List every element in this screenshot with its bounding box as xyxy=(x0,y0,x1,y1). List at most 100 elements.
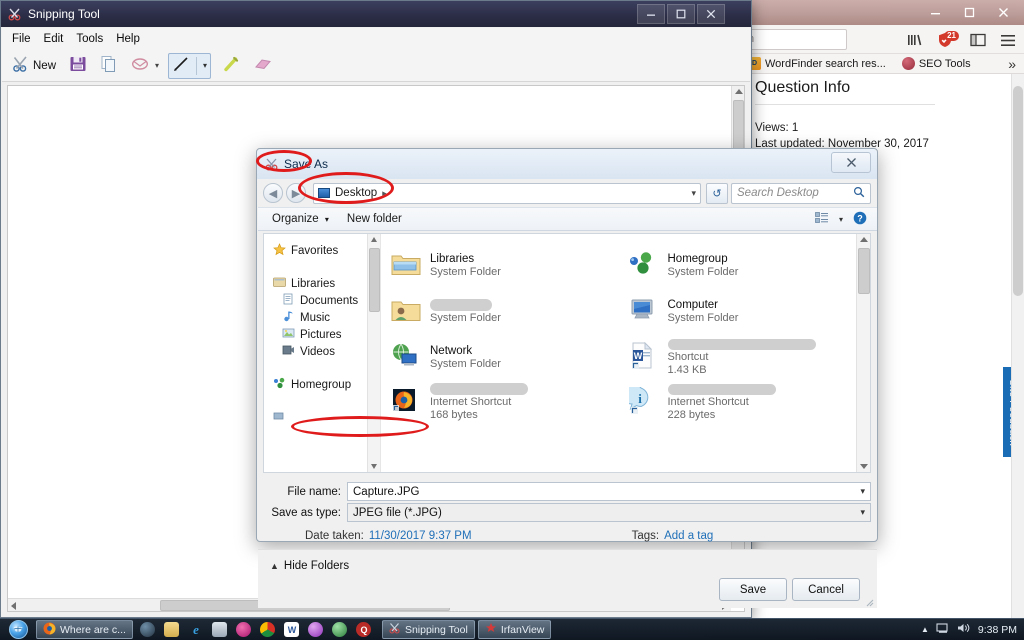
tree-item-documents[interactable]: Documents xyxy=(273,292,364,309)
tree-item-libraries[interactable]: Libraries xyxy=(273,275,364,292)
highlighter-tool-button[interactable] xyxy=(220,53,242,79)
save-snip-button[interactable] xyxy=(67,53,89,79)
taskbar-item-irfanview[interactable]: IrfanView xyxy=(477,620,552,639)
file-list-scroll-thumb[interactable] xyxy=(858,248,870,294)
snipping-tool-close-button[interactable] xyxy=(697,4,725,24)
menu-icon[interactable] xyxy=(998,30,1018,50)
snip-scroll-up-arrow[interactable] xyxy=(735,89,743,94)
menu-help[interactable]: Help xyxy=(116,33,140,45)
file-item-user-folder-name-redacted xyxy=(430,298,492,311)
taskbar-clock[interactable]: 9:38 PM xyxy=(978,624,1017,636)
new-folder-button[interactable]: New folder xyxy=(347,213,402,225)
save-button[interactable]: Save xyxy=(719,578,787,601)
quick-launch-notepad[interactable] xyxy=(208,620,232,640)
tree-item-libraries-label: Libraries xyxy=(291,277,336,290)
notepad-icon xyxy=(212,622,228,637)
add-a-tag-link[interactable]: Add a tag xyxy=(664,530,713,542)
browser-maximize-button[interactable] xyxy=(952,2,986,23)
file-name-input[interactable]: Capture.JPG ▾ xyxy=(347,482,871,501)
save-as-type-select[interactable]: JPEG file (*.JPG) ▾ xyxy=(347,503,871,522)
menu-file[interactable]: File xyxy=(12,33,31,45)
tree-item-music[interactable]: Music xyxy=(273,309,364,326)
save-as-close-button[interactable] xyxy=(831,152,871,173)
pen-tool-button[interactable]: ▾ xyxy=(168,52,212,79)
quick-launch-explorer[interactable] xyxy=(160,620,184,640)
library-icon[interactable] xyxy=(905,30,925,50)
breadcrumb-dropdown-caret[interactable]: ▾ xyxy=(691,188,696,199)
refresh-button[interactable]: ↺ xyxy=(706,182,728,204)
save-as-type-dropdown-caret[interactable]: ▾ xyxy=(860,507,865,518)
pen-dropdown-caret[interactable]: ▾ xyxy=(203,61,207,70)
shield-badge-icon[interactable]: 21 xyxy=(935,30,959,50)
copy-snip-button[interactable] xyxy=(98,53,120,79)
quick-launch-chrome[interactable] xyxy=(256,620,280,640)
browser-close-button[interactable] xyxy=(986,2,1020,23)
back-button[interactable]: ◀ xyxy=(263,183,283,203)
quick-launch-firefox-alt[interactable] xyxy=(328,620,352,640)
tree-item-videos[interactable]: Videos xyxy=(273,343,364,360)
snipping-tool-maximize-button[interactable] xyxy=(667,4,695,24)
quick-launch-quora[interactable]: Q xyxy=(352,620,376,640)
taskbar-item-firefox[interactable]: Where are c... xyxy=(36,620,133,639)
file-list-scroll-up-arrow[interactable] xyxy=(860,237,868,242)
file-item-word-shortcut[interactable]: W Shortcut 1.43 KB xyxy=(619,334,857,380)
quick-launch-itunes[interactable] xyxy=(304,620,328,640)
file-item-network[interactable]: Network System Folder xyxy=(381,334,619,380)
tree-scrollbar[interactable] xyxy=(367,234,380,472)
snipping-tool-minimize-button[interactable] xyxy=(637,4,665,24)
breadcrumb-bar[interactable]: Desktop ▸ ▾ xyxy=(313,182,701,204)
bookmarks-overflow-chevron[interactable]: » xyxy=(1008,57,1024,71)
tree-scroll-up-arrow[interactable] xyxy=(371,237,377,242)
network-tray-icon[interactable] xyxy=(936,622,950,637)
help-icon[interactable]: ? xyxy=(853,211,867,228)
cancel-button[interactable]: Cancel xyxy=(792,578,860,601)
view-layout-icon[interactable] xyxy=(815,211,829,227)
sidebar-icon[interactable] xyxy=(968,30,988,50)
file-item-homegroup[interactable]: Homegroup System Folder xyxy=(619,242,857,288)
page-scrollbar[interactable] xyxy=(1011,74,1024,618)
search-desktop-input[interactable]: Search Desktop xyxy=(731,182,871,204)
file-list-scrollbar[interactable] xyxy=(856,234,870,472)
file-item-user-folder[interactable]: System Folder xyxy=(381,288,619,334)
volume-tray-icon[interactable] xyxy=(957,622,971,637)
file-item-firefox-shortcut[interactable]: Internet Shortcut 168 bytes xyxy=(381,380,619,424)
menu-edit[interactable]: Edit xyxy=(44,33,64,45)
address-bar[interactable]: h xyxy=(742,29,847,50)
snip-scroll-left-arrow[interactable] xyxy=(11,602,16,610)
start-button[interactable] xyxy=(0,619,36,640)
breadcrumb-caret[interactable]: ▸ xyxy=(382,188,387,199)
view-dropdown-caret[interactable]: ▾ xyxy=(839,215,843,224)
tree-scroll-thumb[interactable] xyxy=(369,248,380,312)
homegroup-large-icon xyxy=(629,250,659,280)
file-item-info-shortcut[interactable]: i Internet Shortcut 228 bytes xyxy=(619,380,857,424)
file-item-libraries[interactable]: Libraries System Folder xyxy=(381,242,619,288)
forward-button[interactable]: ▶ xyxy=(286,183,306,203)
eraser-tool-button[interactable] xyxy=(251,53,275,79)
quick-launch-opera[interactable] xyxy=(232,620,256,640)
menu-tools[interactable]: Tools xyxy=(76,33,103,45)
tree-item-pictures[interactable]: Pictures xyxy=(273,326,364,343)
quick-launch-sync[interactable] xyxy=(136,620,160,640)
quick-launch-word[interactable]: W xyxy=(280,620,304,640)
organize-button[interactable]: Organize ▾ xyxy=(272,213,329,225)
bookmark-seo-tools[interactable]: SEO Tools xyxy=(901,57,971,70)
email-snip-button[interactable] xyxy=(129,53,151,79)
resize-grip[interactable] xyxy=(864,596,874,607)
tree-scroll-down-arrow[interactable] xyxy=(371,464,377,469)
hide-folders-button[interactable]: ▲ Hide Folders xyxy=(270,560,349,572)
tree-item-homegroup[interactable]: Homegroup xyxy=(273,376,364,393)
date-taken-value[interactable]: 11/30/2017 9:37 PM xyxy=(369,530,472,542)
taskbar-item-snipping-tool[interactable]: Snipping Tool xyxy=(381,620,475,639)
quick-launch-internet-explorer[interactable]: e xyxy=(184,620,208,640)
tree-item-favorites[interactable]: Favorites xyxy=(273,242,364,259)
file-name-dropdown-caret[interactable]: ▾ xyxy=(860,486,865,497)
new-snip-button[interactable]: New xyxy=(10,53,58,79)
email-dropdown-caret[interactable]: ▾ xyxy=(155,61,159,70)
tree-item-computer[interactable]: ​ xyxy=(273,409,364,426)
bookmark-wordfinder[interactable]: D WordFinder search res... xyxy=(748,57,886,70)
file-item-computer[interactable]: Computer System Folder xyxy=(619,288,857,334)
browser-minimize-button[interactable] xyxy=(918,2,952,23)
show-hidden-icons-icon[interactable]: ▲ xyxy=(921,625,929,634)
file-list-scroll-down-arrow[interactable] xyxy=(860,464,868,469)
page-scrollbar-thumb[interactable] xyxy=(1013,86,1023,296)
